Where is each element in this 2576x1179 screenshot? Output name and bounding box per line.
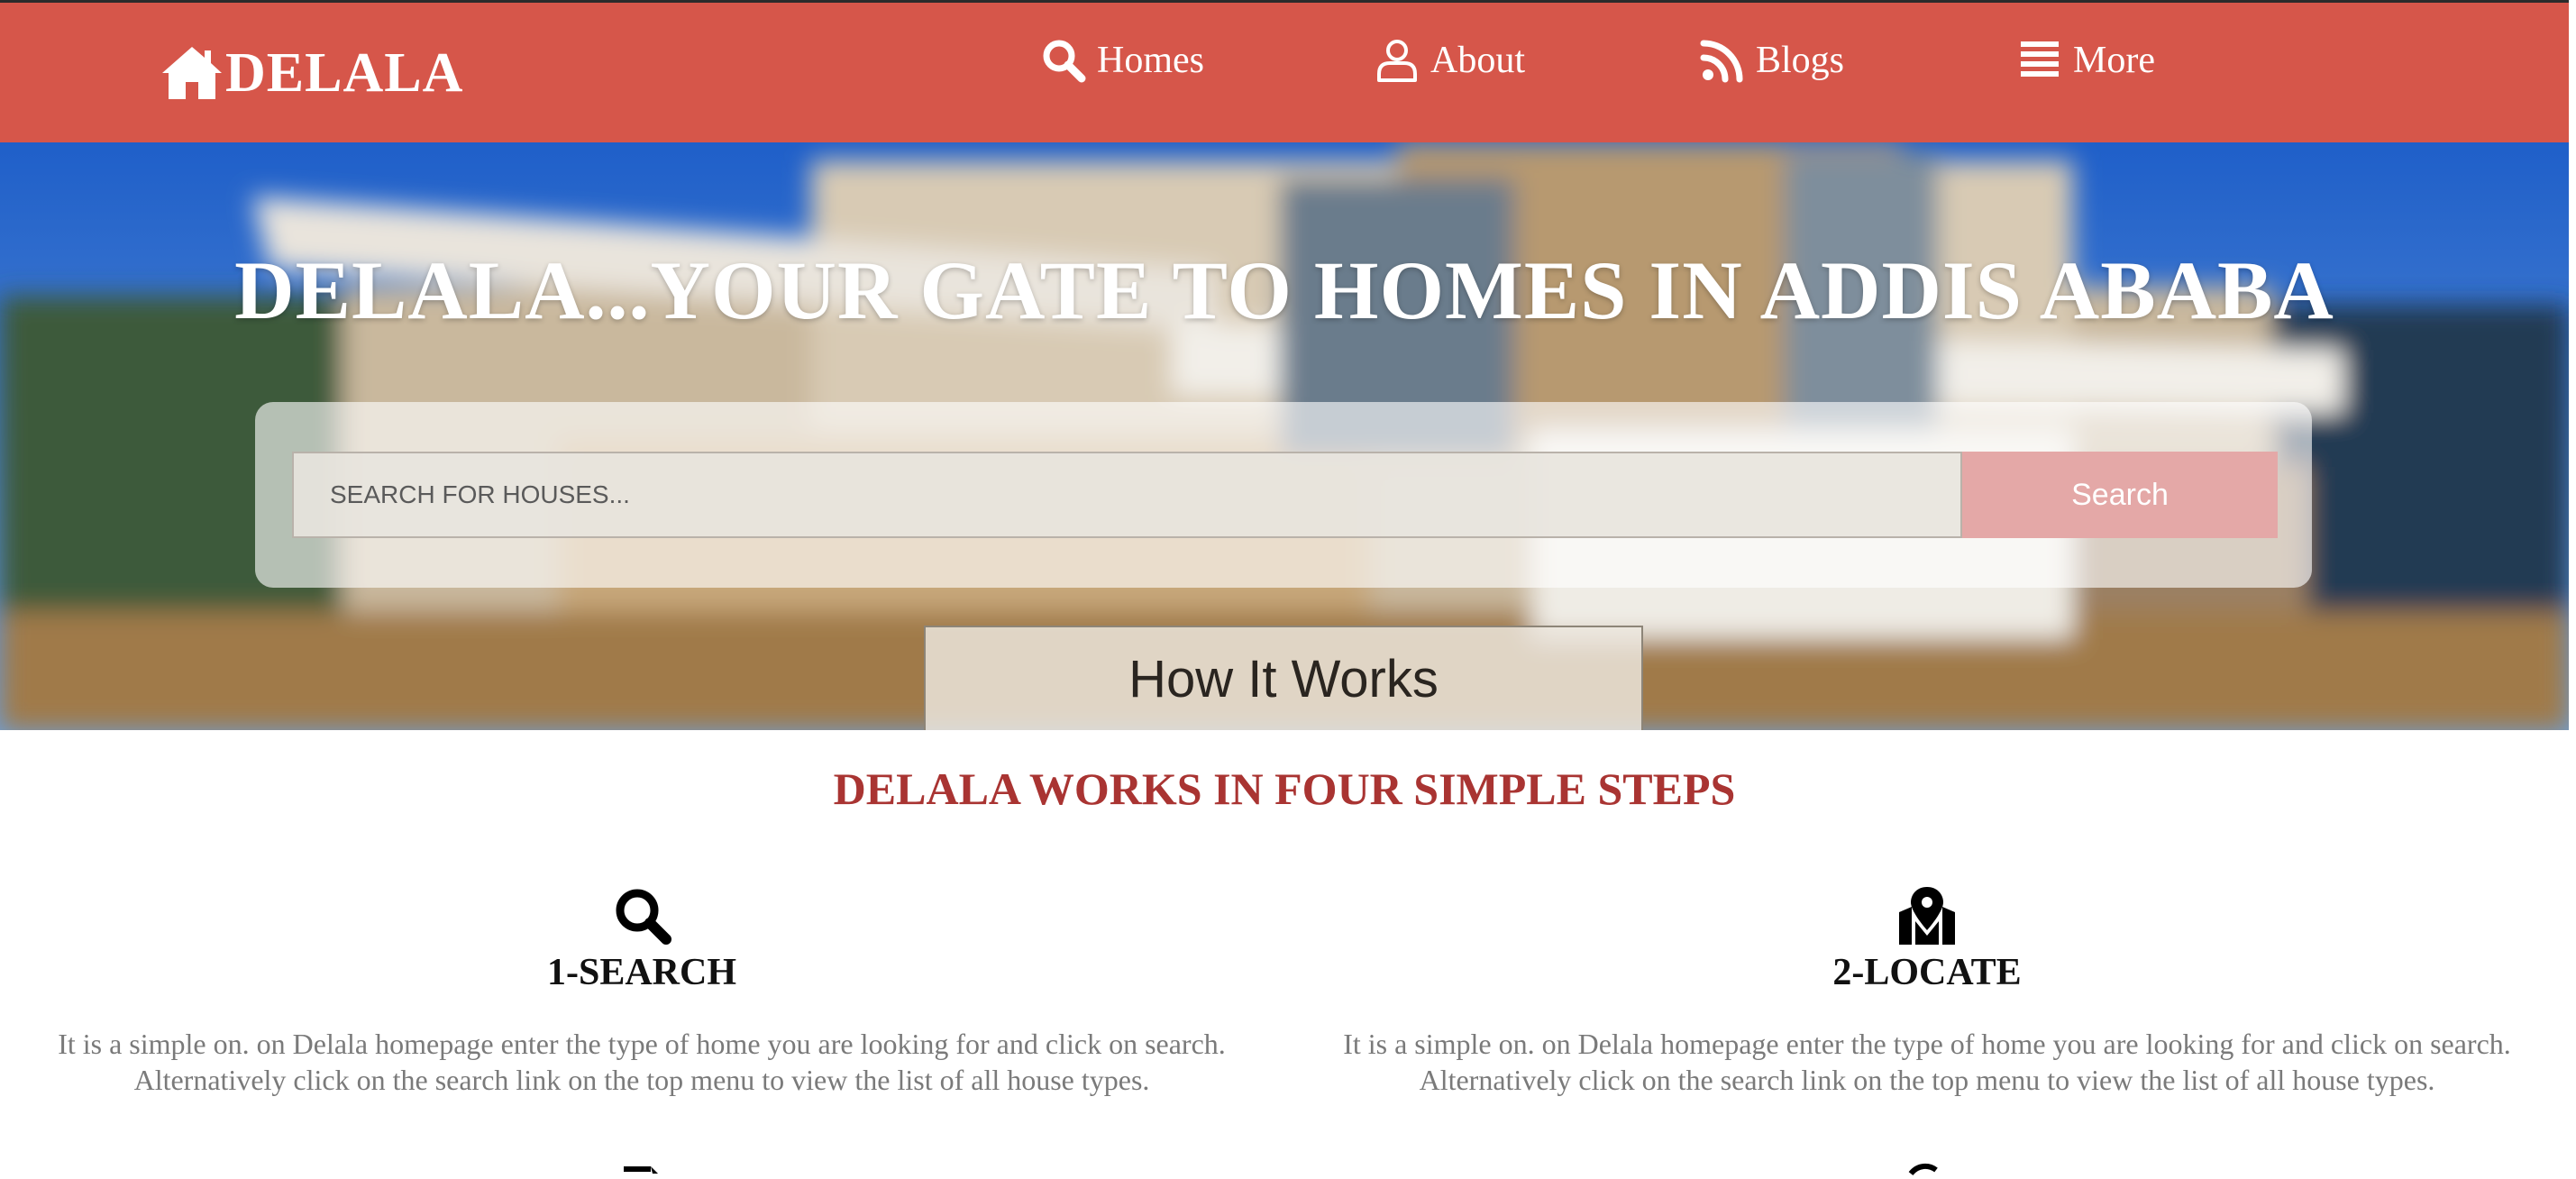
step-card-search: 1-SEARCH It is a simple on. on Delala ho…: [56, 885, 1228, 1098]
nav-item-blogs[interactable]: Blogs: [1700, 33, 1844, 87]
search-button[interactable]: Search: [1962, 452, 2278, 538]
rss-icon: [1700, 40, 1743, 83]
search-panel: Search: [255, 402, 2312, 588]
nav-item-label: About: [1430, 40, 1525, 81]
brand-logo[interactable]: DELALA: [160, 28, 463, 118]
how-it-works-button[interactable]: How It Works: [924, 626, 1643, 730]
search-icon: [616, 889, 671, 945]
nav-item-about[interactable]: About: [1375, 33, 1525, 87]
nav-item-label: Homes: [1097, 40, 1204, 81]
step-description: It is a simple on. on Delala homepage en…: [1343, 1028, 2511, 1096]
search-input[interactable]: [292, 452, 1962, 538]
next-step-icon: [624, 1166, 658, 1174]
hero-title: DELALA...YOUR GATE TO HOMES IN ADDIS ABA…: [234, 244, 2334, 336]
home-icon: [162, 47, 222, 99]
nav-item-label: Blogs: [1756, 40, 1845, 81]
steps-heading: DELALA WORKS IN FOUR SIMPLE STEPS: [833, 763, 1736, 814]
user-icon: [1377, 40, 1417, 82]
next-step-icon: [1908, 1163, 1938, 1176]
step-description: It is a simple on. on Delala homepage en…: [58, 1028, 1226, 1096]
step-title: 1-SEARCH: [546, 952, 737, 993]
map-marker-icon: [1899, 887, 1955, 945]
search-icon: [1043, 40, 1086, 83]
menu-icon: [2021, 41, 2059, 77]
step-title: 2-LOCATE: [1832, 952, 2022, 993]
nav-item-label: More: [2073, 40, 2155, 81]
top-navbar: DELALA Homes About Blogs More: [0, 0, 2569, 142]
hero-banner: DELALA...YOUR GATE TO HOMES IN ADDIS ABA…: [0, 142, 2569, 730]
nav-item-more[interactable]: More: [2017, 33, 2155, 87]
brand-name: DELALA: [225, 42, 464, 104]
step-card-locate: 2-LOCATE It is a simple on. on Delala ho…: [1341, 885, 2513, 1098]
nav-item-homes[interactable]: Homes: [1041, 33, 1204, 87]
